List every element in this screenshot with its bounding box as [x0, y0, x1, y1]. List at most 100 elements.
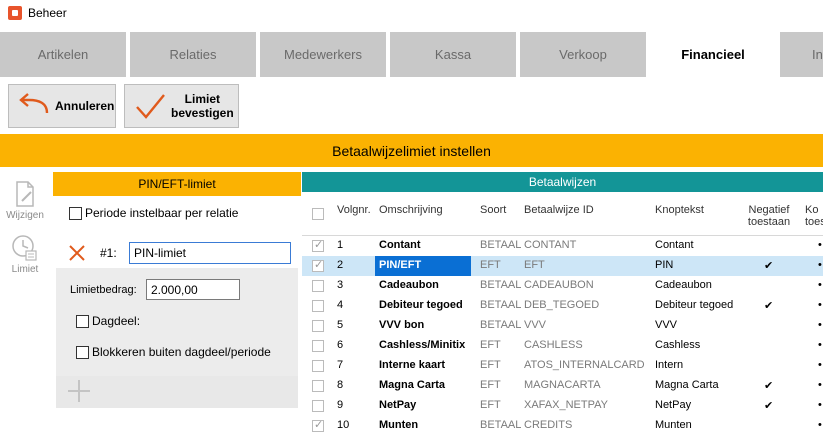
tab-kassa[interactable]: Kassa: [390, 32, 516, 77]
select-all-checkbox[interactable]: [312, 208, 324, 220]
table-row[interactable]: 4 Debiteur tegoed BETAAL DEB_TEGOED Debiteur…: [302, 296, 823, 316]
side-actions: Wijzigen Limiet: [0, 172, 50, 436]
cell-negative: ✔: [764, 400, 774, 412]
tab-relaties[interactable]: Relaties: [130, 32, 256, 77]
cell-extra: •: [818, 299, 822, 311]
table-row[interactable]: 8 Magna Carta EFT MAGNACARTA Magna Carta ✔ •: [302, 376, 823, 396]
col-extra-line2: toes: [805, 216, 823, 228]
cell-extra: •: [818, 399, 822, 411]
cell-description: Magna Carta: [379, 379, 446, 391]
tab-medewerkers[interactable]: Medewerkers: [260, 32, 386, 77]
cell-type: BETAAL: [480, 319, 522, 331]
cell-type: EFT: [480, 339, 501, 351]
table-row[interactable]: 7 Interne kaart EFT ATOS_INTERNALCARD Intern…: [302, 356, 823, 376]
table-row[interactable]: 5 VVV bon BETAAL VVV VVV •: [302, 316, 823, 336]
row-checkbox[interactable]: [312, 300, 324, 312]
daypart-checkbox[interactable]: [76, 314, 89, 328]
payment-methods-table: Volgnr. Omschrijving Soort Betaalwijze I…: [302, 192, 823, 436]
period-checkbox[interactable]: [69, 206, 82, 220]
cell-description: Munten: [379, 419, 419, 431]
cell-seq: 2: [337, 259, 344, 271]
row-checkbox[interactable]: [312, 340, 324, 352]
cell-extra: •: [818, 279, 822, 291]
edit-action[interactable]: Wijzigen: [0, 180, 50, 221]
confirm-label-line2: bevestigen: [171, 106, 234, 120]
payment-methods-title: Betaalwijzen: [528, 175, 597, 189]
col-negative-line2: toestaan: [747, 216, 791, 228]
cell-seq: 7: [337, 359, 344, 371]
cell-id: EFT: [524, 259, 545, 271]
cell-type: BETAAL: [480, 239, 522, 251]
cancel-button[interactable]: Annuleren: [8, 84, 116, 128]
block-checkbox[interactable]: [76, 345, 89, 359]
cell-id: ATOS_INTERNALCARD: [524, 359, 645, 371]
col-extra[interactable]: Ko toes: [805, 204, 823, 228]
tab-financieel[interactable]: Financieel: [650, 32, 776, 77]
row-checkbox[interactable]: [312, 320, 324, 332]
cell-id: XAFAX_NETPAY: [524, 399, 608, 411]
cell-seq: 5: [337, 319, 344, 331]
cell-seq: 4: [337, 299, 344, 311]
cell-button-text: Munten: [655, 419, 692, 431]
cell-type: BETAAL: [480, 419, 522, 431]
limit-action[interactable]: Limiet: [0, 234, 50, 275]
col-extra-line1: Ko: [805, 204, 819, 216]
cell-button-text: Magna Carta: [655, 379, 719, 391]
cell-seq: 9: [337, 399, 344, 411]
cell-description: VVV bon: [379, 319, 425, 331]
cell-type: EFT: [480, 399, 501, 411]
cell-id: CREDITS: [524, 419, 573, 431]
amount-input[interactable]: [146, 279, 240, 300]
checkmark-icon: [136, 94, 165, 119]
col-description[interactable]: Omschrijving: [379, 204, 443, 216]
col-button-text[interactable]: Knoptekst: [655, 204, 704, 216]
block-checkbox-row[interactable]: Blokkeren buiten dagdeel/periode: [76, 345, 271, 359]
cell-description: Contant: [379, 239, 421, 251]
cell-seq: 6: [337, 339, 344, 351]
cell-negative: ✔: [764, 300, 774, 312]
row-checkbox[interactable]: [312, 400, 324, 412]
col-negative[interactable]: Negatief toestaan: [744, 204, 794, 228]
cell-negative: ✔: [764, 260, 774, 272]
cell-seq: 10: [337, 419, 350, 431]
row-checkbox[interactable]: [312, 280, 324, 292]
limit-name-input[interactable]: [129, 242, 291, 264]
page-title-banner: Betaalwijzelimiet instellen: [0, 134, 823, 167]
edit-document-icon: [16, 181, 34, 207]
col-seq[interactable]: Volgnr.: [337, 204, 371, 216]
cell-type: EFT: [480, 259, 501, 271]
tab-verkoop[interactable]: Verkoop: [520, 32, 646, 77]
confirm-limit-button[interactable]: Limiet bevestigen: [124, 84, 239, 128]
row-checkbox[interactable]: [312, 360, 324, 372]
table-row[interactable]: 2 PIN/EFT EFT EFT PIN ✔ •: [302, 256, 823, 276]
cell-extra: •: [818, 319, 822, 331]
window-title: Beheer: [28, 6, 67, 20]
period-checkbox-row[interactable]: Periode instelbaar per relatie: [69, 206, 238, 220]
cell-extra: •: [818, 419, 822, 431]
col-type[interactable]: Soort: [480, 204, 506, 216]
toolbar: Annuleren Limiet bevestigen: [0, 84, 823, 130]
app-logo-icon: [8, 6, 22, 20]
tab-overflow[interactable]: In: [780, 32, 823, 77]
cell-extra: •: [818, 379, 822, 391]
table-row[interactable]: 3 Cadeaubon BETAAL CADEAUBON Cadeaubon •: [302, 276, 823, 296]
table-row[interactable]: 1 Contant BETAALCONTANT Contant •: [302, 236, 823, 256]
tab-artikelen[interactable]: Artikelen: [0, 32, 126, 77]
payment-methods-header: Betaalwijzen: [302, 172, 823, 192]
add-limit-icon[interactable]: [68, 380, 90, 402]
row-checkbox[interactable]: [312, 238, 324, 252]
col-id[interactable]: Betaalwijze ID: [524, 204, 594, 216]
cell-description: NetPay: [379, 399, 417, 411]
row-checkbox[interactable]: [312, 258, 324, 272]
delete-limit-icon[interactable]: [68, 244, 86, 262]
table-row[interactable]: 10 Munten BETAALCREDITS Munten •: [302, 416, 823, 436]
daypart-checkbox-row[interactable]: Dagdeel:: [76, 314, 140, 328]
period-checkbox-label: Periode instelbaar per relatie: [85, 206, 239, 220]
cancel-label: Annuleren: [55, 99, 115, 113]
title-bar: Beheer: [0, 0, 823, 26]
row-checkbox[interactable]: [312, 418, 324, 432]
table-row[interactable]: 9 NetPay EFT XAFAX_NETPAY NetPay ✔ •: [302, 396, 823, 416]
limit-entry: #1: Limietbedrag: Dagdeel: Blokkeren bui…: [56, 238, 298, 376]
table-row[interactable]: 6 Cashless/Minitix EFT CASHLESS Cashless •: [302, 336, 823, 356]
row-checkbox[interactable]: [312, 380, 324, 392]
